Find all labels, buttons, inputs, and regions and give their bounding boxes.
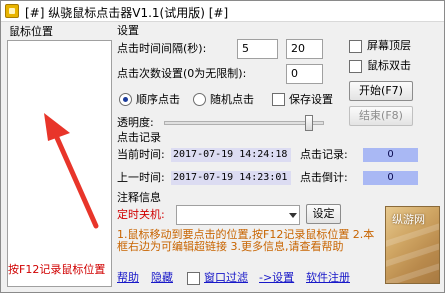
register-link[interactable]: 软件注册 [306, 271, 350, 285]
click-count-label: 点击次数设置(0为无限制): [117, 67, 247, 80]
timed-shutdown-label: 定时关机: [117, 208, 165, 221]
double-click-checkbox[interactable] [349, 60, 362, 73]
save-settings-checkbox[interactable] [272, 93, 285, 106]
last-time-value: 2017-07-19 14:23:01 [171, 171, 291, 185]
window-filter-checkbox[interactable] [187, 272, 200, 285]
current-time-label: 当前时间: [117, 148, 165, 161]
app-icon [5, 4, 19, 18]
window-filter-link[interactable]: 窗口过滤 [204, 271, 248, 285]
random-click-radio[interactable] [193, 93, 206, 106]
sequential-click-radio[interactable] [119, 93, 132, 106]
sequential-click-label: 顺序点击 [136, 93, 180, 106]
promo-image-caption: 纵游网 [392, 213, 425, 226]
hide-link[interactable]: 隐藏 [151, 271, 173, 285]
help-note-text: 1.鼠标移动到要点击的位置,按F12记录鼠标位置 2.本框右边为可编辑超链接 3… [117, 228, 375, 253]
click-countdown-value: 0 [363, 171, 418, 185]
transparency-slider-thumb[interactable] [305, 115, 313, 131]
double-click-label: 鼠标双击 [367, 59, 411, 72]
current-time-value: 2017-07-19 14:24:18 [171, 148, 291, 162]
last-time-label: 上一时间: [117, 171, 165, 184]
transparency-label: 透明度: [117, 116, 154, 129]
screen-top-label: 屏幕顶层 [367, 39, 411, 52]
interval-label: 点击时间间隔(秒): [117, 42, 207, 55]
set-button[interactable]: 设定 [306, 204, 341, 224]
notes-heading: 注释信息 [117, 191, 161, 204]
save-settings-label: 保存设置 [289, 93, 333, 106]
click-record-heading: 点击记录 [117, 131, 161, 144]
click-countdown-label: 点击倒计: [300, 171, 348, 184]
click-count-input[interactable]: 0 [286, 64, 323, 84]
red-arrow-icon [44, 113, 99, 229]
mouse-position-heading: 鼠标位置 [9, 25, 53, 38]
promo-image[interactable]: 纵游网 [385, 206, 440, 284]
random-click-label: 随机点击 [210, 93, 254, 106]
settings-heading: 设置 [117, 24, 139, 37]
title-bar[interactable]: [#] 纵骁鼠标点击器V1.1(试用版) [#] [1, 1, 444, 22]
window-title: [#] 纵骁鼠标点击器V1.1(试用版) [#] [25, 6, 229, 20]
interval-min-input[interactable]: 5 [237, 39, 278, 59]
stop-button[interactable]: 结束(F8) [349, 106, 413, 126]
screen-top-checkbox[interactable] [349, 40, 362, 53]
timed-shutdown-select[interactable] [176, 205, 300, 225]
click-record-label: 点击记录: [300, 148, 348, 161]
help-link[interactable]: 帮助 [117, 271, 139, 285]
click-record-value: 0 [363, 148, 418, 162]
f12-record-hint: 按F12记录鼠标位置 [8, 263, 106, 276]
settings-link[interactable]: ->设置 [259, 271, 294, 285]
main-window: [#] 纵骁鼠标点击器V1.1(试用版) [#] 鼠标位置 按F12记录鼠标位置… [0, 0, 445, 293]
mouse-position-list[interactable]: 按F12记录鼠标位置 [7, 40, 112, 287]
chevron-down-icon [289, 213, 297, 218]
start-button[interactable]: 开始(F7) [349, 81, 413, 101]
interval-max-input[interactable]: 20 [286, 39, 323, 59]
transparency-slider[interactable] [164, 121, 324, 125]
